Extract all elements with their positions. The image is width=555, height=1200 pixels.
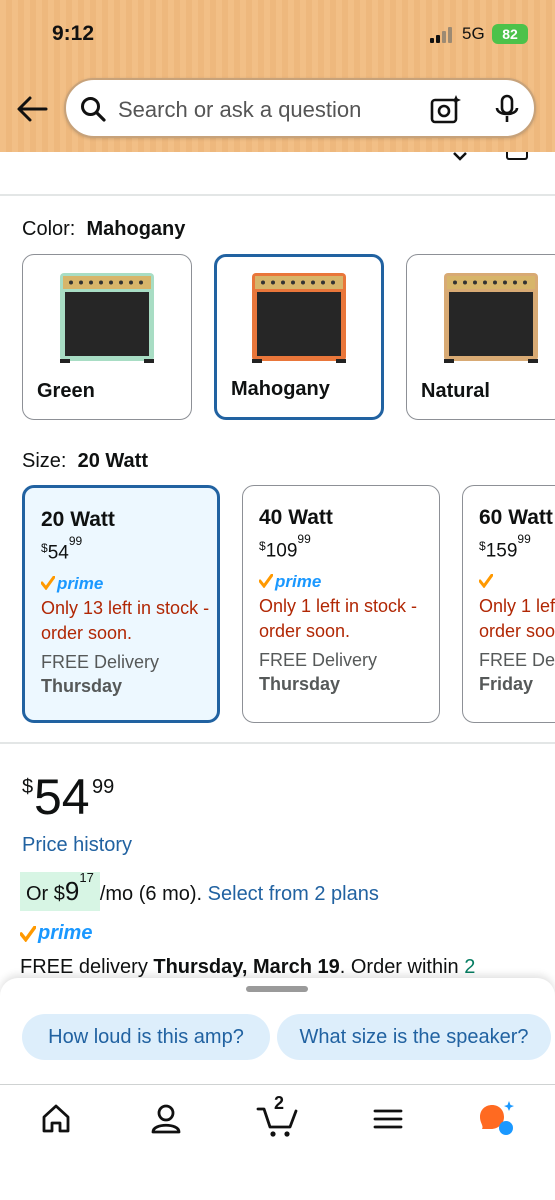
- delivery-text: FREE Delivery: [259, 650, 378, 671]
- color-option-label: Mahogany: [231, 378, 330, 400]
- stock-warning: Only 13 left in stock - order soon.: [41, 598, 210, 644]
- price-fraction: 99: [517, 532, 531, 546]
- delivery-prefix: FREE delivery: [20, 956, 154, 978]
- prime-badge: prime: [259, 572, 439, 592]
- color-label: Color: Mahogany: [22, 218, 185, 241]
- delivery-day: Thursday: [259, 674, 341, 695]
- menu-icon[interactable]: [368, 1099, 408, 1139]
- prime-check-icon: [479, 574, 493, 589]
- price-whole: 54: [34, 769, 90, 825]
- signal-icon: [430, 27, 456, 43]
- search-icon: [81, 97, 106, 122]
- delivery-countdown: 2: [464, 956, 476, 978]
- stock-warning: Only 1 left in stock - order soon.: [259, 596, 418, 642]
- plan-currency: $: [53, 883, 65, 905]
- size-option-title: 60 Watt: [479, 506, 553, 529]
- select-plans-link[interactable]: Select from 2 plans: [208, 883, 379, 905]
- bottom-nav: 2: [0, 1084, 555, 1200]
- price-history-link[interactable]: Price history: [22, 834, 132, 857]
- battery-level: 82: [502, 26, 518, 42]
- share-icon: [506, 152, 528, 160]
- cart-button[interactable]: 2: [256, 1093, 300, 1139]
- rufus-assistant-icon[interactable]: [476, 1099, 516, 1139]
- delivery-day: Thursday: [41, 676, 123, 697]
- section-divider: [0, 742, 555, 744]
- size-option-price: $15999: [479, 532, 531, 562]
- home-icon[interactable]: [36, 1099, 76, 1139]
- camera-lens-icon[interactable]: [430, 94, 462, 124]
- plan-whole: 9: [64, 876, 80, 906]
- amp-image-green: [60, 273, 154, 363]
- color-option-label: Green: [37, 380, 95, 402]
- rufus-suggestion-sheet: How loud is this amp? What size is the s…: [0, 978, 555, 1086]
- prime-check-icon: [259, 574, 273, 589]
- price-fraction: 99: [68, 534, 83, 548]
- color-option-natural[interactable]: Natural: [406, 254, 555, 420]
- prime-check-icon: [20, 926, 36, 942]
- search-input[interactable]: Search or ask a question: [118, 97, 361, 123]
- size-option-60-watt[interactable]: 60 Watt $15999 Only 1 left in stock - or…: [462, 485, 555, 723]
- amp-image-mahogany: [252, 273, 346, 363]
- stock-warning: Only 1 left in stock - order soon.: [479, 596, 555, 642]
- prime-badge-main: prime: [20, 922, 92, 945]
- plan-prefix: Or: [26, 883, 54, 905]
- size-option-40-watt[interactable]: 40 Watt $10999 prime Only 1 left in stoc…: [242, 485, 440, 723]
- payment-plan: Or $917/mo (6 mo). Select from 2 plans: [20, 870, 379, 911]
- prime-text: prime: [275, 572, 322, 592]
- amp-image-natural: [444, 273, 538, 363]
- prime-check-icon: [41, 576, 55, 591]
- price-fraction: 99: [92, 776, 115, 798]
- color-label-text: Color:: [22, 218, 76, 240]
- selected-size: 20 Watt: [77, 450, 148, 472]
- search-bar[interactable]: Search or ask a question: [64, 78, 536, 138]
- prime-text: prime: [38, 922, 93, 944]
- price-currency: $: [22, 776, 34, 798]
- size-option-price: $5499: [41, 534, 83, 564]
- question-chip[interactable]: How loud is this amp?: [22, 1014, 270, 1060]
- delivery-text: FREE Delivery: [41, 652, 160, 673]
- delivery-middle: . Order within: [339, 956, 465, 978]
- selected-color: Mahogany: [86, 218, 186, 240]
- color-option-label: Natural: [421, 380, 490, 402]
- plan-suffix: /mo (6 mo).: [99, 883, 203, 905]
- monthly-price: Or $917: [20, 870, 100, 911]
- partial-toolbar: [0, 152, 555, 196]
- delivery-date: Thursday, March 19: [153, 956, 340, 978]
- size-option-title: 40 Watt: [259, 506, 333, 529]
- size-label: Size: 20 Watt: [22, 450, 148, 473]
- sheet-drag-handle[interactable]: [246, 986, 308, 992]
- battery-icon: 82: [492, 24, 528, 44]
- price-whole: 54: [47, 542, 69, 564]
- delivery-message: FREE delivery Thursday, March 19. Order …: [20, 956, 475, 979]
- top-header: 9:12 5G 82 Search or ask a question: [0, 0, 555, 152]
- microphone-icon[interactable]: [494, 94, 520, 124]
- color-option-mahogany[interactable]: Mahogany: [214, 254, 384, 420]
- price-fraction: 99: [297, 532, 311, 546]
- price-whole: 109: [265, 540, 298, 562]
- cart-count: 2: [274, 1093, 285, 1113]
- back-arrow-icon[interactable]: [16, 94, 48, 124]
- prime-text: prime: [57, 574, 104, 594]
- price-whole: 159: [485, 540, 518, 562]
- size-option-title: 20 Watt: [41, 508, 115, 531]
- network-label: 5G: [462, 24, 485, 43]
- size-option-price: $10999: [259, 532, 311, 562]
- plan-fraction: 17: [79, 870, 94, 886]
- prime-badge: prime: [41, 574, 217, 594]
- size-label-text: Size:: [22, 450, 67, 472]
- status-time: 9:12: [52, 22, 95, 45]
- size-option-20-watt[interactable]: 20 Watt $5499 prime Only 13 left in stoc…: [22, 485, 220, 723]
- delivery-text: FREE Delivery: [479, 650, 555, 671]
- color-option-green[interactable]: Green: [22, 254, 192, 420]
- account-icon[interactable]: [146, 1099, 186, 1139]
- delivery-day: Friday: [479, 674, 534, 695]
- question-chip[interactable]: What size is the speaker?: [277, 1014, 551, 1060]
- chevron-down-icon: [453, 152, 467, 161]
- prime-badge: [479, 572, 555, 592]
